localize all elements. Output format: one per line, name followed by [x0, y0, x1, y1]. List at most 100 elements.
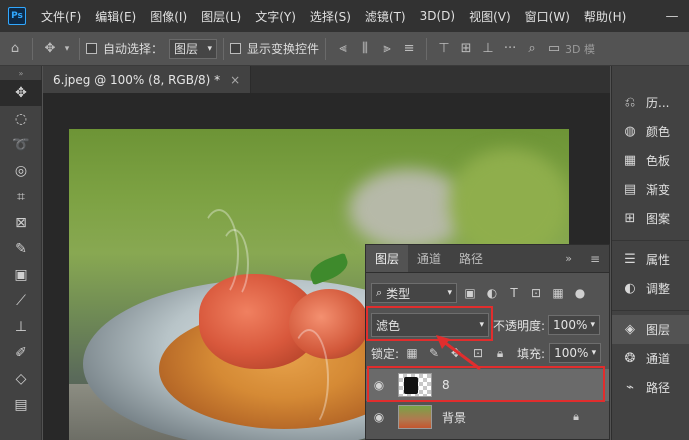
menu-select[interactable]: 选择(S)	[303, 8, 358, 25]
bokeh-shape	[449, 149, 569, 259]
search-icon: ⌕	[376, 286, 383, 299]
quick-selection-icon[interactable]: ◎	[0, 158, 42, 184]
menu-window[interactable]: 窗口(W)	[518, 8, 577, 25]
opacity-input[interactable]: 100% ▾	[548, 315, 601, 335]
home-icon[interactable]: ⌂	[4, 38, 26, 60]
dock-gradients[interactable]: ▤ 渐变	[612, 175, 689, 204]
workspace-icon[interactable]: ▭	[543, 38, 565, 60]
gradient-icon[interactable]: ▤	[0, 392, 42, 418]
minimize-icon[interactable]: —	[655, 0, 689, 32]
clone-stamp-icon[interactable]: ⊥	[0, 314, 42, 340]
dock-history[interactable]: ⎌ 历...	[612, 88, 689, 117]
align-right-icon[interactable]: ⫸	[376, 38, 398, 60]
eye-icon[interactable]: ◉	[366, 410, 392, 424]
shape-filter-icon[interactable]: ⊡	[527, 284, 545, 302]
collapse-icon[interactable]: »	[556, 245, 581, 272]
dock-adjustments-label: 调整	[646, 282, 671, 296]
lock-all-icon[interactable]: 🔒︎	[491, 344, 509, 362]
search-icon[interactable]: ⌕	[521, 38, 543, 60]
lasso-icon[interactable]: ➰	[0, 132, 42, 158]
dock-channels[interactable]: ❂ 通道	[612, 344, 689, 373]
filter-toggle-icon[interactable]: ●	[571, 284, 589, 302]
auto-select-checkbox[interactable]	[86, 43, 97, 54]
more-options-icon[interactable]: ···	[499, 38, 521, 60]
photoshop-logo-icon: Ps	[8, 7, 26, 25]
mode-3d-label[interactable]: 3D 模	[565, 41, 595, 57]
type-filter-icon[interactable]: T	[505, 284, 523, 302]
menu-type[interactable]: 文字(Y)	[248, 8, 303, 25]
lock-icon: 🔒︎	[573, 410, 579, 423]
crop-icon[interactable]: ⌗	[0, 184, 42, 210]
align-center-h-icon[interactable]: ⫼	[354, 38, 376, 60]
dock-layers[interactable]: ◈ 图层	[612, 315, 689, 344]
move-tool-icon[interactable]: ✥	[0, 80, 42, 106]
layer-row[interactable]: ◉ 背景 🔒︎	[366, 401, 609, 433]
basil-leaf-shape	[306, 252, 352, 286]
tab-channels[interactable]: 通道	[408, 245, 450, 272]
adjustments-icon: ◐	[624, 281, 636, 296]
chevron-down-icon: ▾	[447, 288, 452, 298]
filter-kind-dropdown[interactable]: ⌕ 类型 ▾	[371, 283, 457, 303]
elliptical-marquee-icon[interactable]: ◌	[0, 106, 42, 132]
panel-menu-icon[interactable]: ≡	[581, 245, 609, 272]
healing-brush-icon[interactable]: ▣	[0, 262, 42, 288]
menu-3d[interactable]: 3D(D)	[413, 9, 462, 23]
dock-paths[interactable]: ⌁ 路径	[612, 373, 689, 402]
history-brush-icon[interactable]: ✐	[0, 340, 42, 366]
swatches-icon: ▦	[623, 153, 637, 168]
chevron-down-icon: ▾	[207, 43, 213, 54]
align-bottom-icon[interactable]: ⊥	[477, 38, 499, 60]
fill-input[interactable]: 100% ▾	[549, 343, 602, 363]
gradient-icon: ▤	[623, 182, 637, 197]
menu-help[interactable]: 帮助(H)	[577, 8, 633, 25]
show-transform-checkbox[interactable]	[230, 43, 242, 54]
chevron-down-icon[interactable]: ▾	[61, 38, 73, 60]
fill-label: 填充:	[517, 346, 546, 361]
align-center-v-icon[interactable]: ≡	[398, 38, 420, 60]
fill-value: 100%	[554, 346, 589, 360]
menu-layer[interactable]: 图层(L)	[194, 8, 248, 25]
align-top-icon[interactable]: ⊤	[433, 38, 455, 60]
dock-patterns[interactable]: ⊞ 图案	[612, 204, 689, 233]
dock-swatches[interactable]: ▦ 色板	[612, 146, 689, 175]
tab-layers[interactable]: 图层	[366, 245, 409, 272]
menu-bar: Ps 文件(F) 编辑(E) 图像(I) 图层(L) 文字(Y) 选择(S) 滤…	[0, 0, 689, 32]
smart-object-filter-icon[interactable]: ▦	[549, 284, 567, 302]
align-left-icon[interactable]: ⫷	[332, 38, 354, 60]
menu-image[interactable]: 图像(I)	[143, 8, 194, 25]
tab-paths[interactable]: 路径	[450, 245, 492, 272]
window-controls: —	[655, 0, 689, 32]
brush-icon[interactable]: ⟋	[0, 288, 42, 314]
divider	[79, 37, 80, 60]
panel-dock: ⎌ 历... ◍ 颜色 ▦ 色板 ▤ 渐变 ⊞ 图案 ☰ 属性 ◐ 调整 ◈ 图…	[611, 66, 689, 440]
image-filter-icon[interactable]: ▣	[461, 284, 479, 302]
steam-shape	[219, 229, 249, 299]
dock-adjustments[interactable]: ◐ 调整	[612, 274, 689, 303]
dock-color[interactable]: ◍ 颜色	[612, 117, 689, 146]
layer-name: 背景	[442, 410, 467, 425]
eraser-icon[interactable]: ◇	[0, 366, 42, 392]
eyedropper-icon[interactable]: ✎	[0, 236, 42, 262]
align-middle-icon[interactable]: ⊞	[455, 38, 477, 60]
close-icon[interactable]: ×	[230, 73, 240, 87]
menu-filter[interactable]: 滤镜(T)	[358, 8, 413, 25]
menu-edit[interactable]: 编辑(E)	[88, 8, 143, 25]
menu-view[interactable]: 视图(V)	[462, 8, 518, 25]
move-tool-icon[interactable]: ✥	[39, 38, 61, 60]
auto-select-dropdown[interactable]: 图层 ▾	[169, 38, 218, 59]
filter-kind-value: 类型	[386, 286, 411, 301]
dock-properties[interactable]: ☰ 属性	[612, 245, 689, 274]
lock-transparent-icon[interactable]: ▦	[403, 344, 421, 362]
collapse-icon[interactable]: »	[0, 66, 42, 80]
pattern-icon: ⊞	[624, 211, 636, 226]
dock-divider	[612, 233, 689, 241]
layer-thumbnail	[398, 405, 432, 429]
adjustment-filter-icon[interactable]: ◐	[483, 284, 501, 302]
chevron-down-icon: ▾	[591, 348, 597, 358]
auto-select-value: 图层	[174, 42, 199, 56]
frame-icon[interactable]: ⊠	[0, 210, 42, 236]
menu-file[interactable]: 文件(F)	[34, 8, 88, 25]
dock-swatches-label: 色板	[646, 154, 671, 168]
document-tab[interactable]: 6.jpeg @ 100% (8, RGB/8) * ×	[43, 66, 252, 93]
dock-gradients-label: 渐变	[646, 183, 671, 197]
